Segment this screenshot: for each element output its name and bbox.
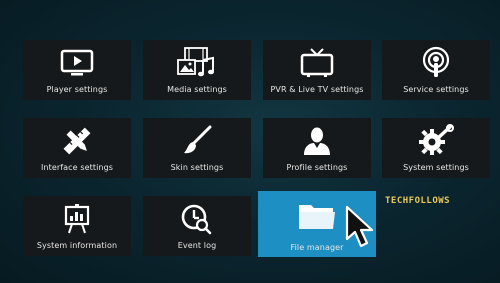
presentation-board-icon [23, 202, 131, 236]
tile-service-settings[interactable]: Service settings [382, 40, 490, 100]
tile-label: Media settings [167, 85, 227, 94]
tile-label: Profile settings [286, 163, 348, 172]
podcast-icon [382, 46, 490, 80]
tile-label: System information [36, 241, 118, 250]
user-icon [263, 124, 371, 158]
tile-system-information[interactable]: System information [23, 196, 131, 256]
pencil-ruler-icon [23, 124, 131, 158]
tile-interface-settings[interactable]: Interface settings [23, 118, 131, 178]
mouse-cursor-icon [345, 205, 375, 255]
clock-search-icon [143, 202, 251, 236]
tile-system-settings[interactable]: System settings [382, 118, 490, 178]
paintbrush-icon [143, 124, 251, 158]
tile-pvr-live-tv-settings[interactable]: PVR & Live TV settings [263, 40, 371, 100]
tile-label: Service settings [403, 85, 469, 94]
tile-label: System settings [403, 163, 469, 172]
tv-icon [263, 46, 371, 80]
gear-wrench-icon [382, 124, 490, 158]
tile-player-settings[interactable]: Player settings [23, 40, 131, 100]
tile-label: Event log [177, 241, 217, 250]
tile-label: Player settings [46, 85, 108, 94]
tile-label: PVR & Live TV settings [270, 85, 364, 94]
tile-media-settings[interactable]: Media settings [143, 40, 251, 100]
tile-skin-settings[interactable]: Skin settings [143, 118, 251, 178]
monitor-play-icon [23, 46, 131, 80]
media-icon [143, 46, 251, 80]
tile-event-log[interactable]: Event log [143, 196, 251, 256]
tile-profile-settings[interactable]: Profile settings [263, 118, 371, 178]
watermark: TECHFOLLOWS [385, 196, 451, 206]
tile-label: Interface settings [40, 163, 114, 172]
tile-label: Skin settings [170, 163, 224, 172]
